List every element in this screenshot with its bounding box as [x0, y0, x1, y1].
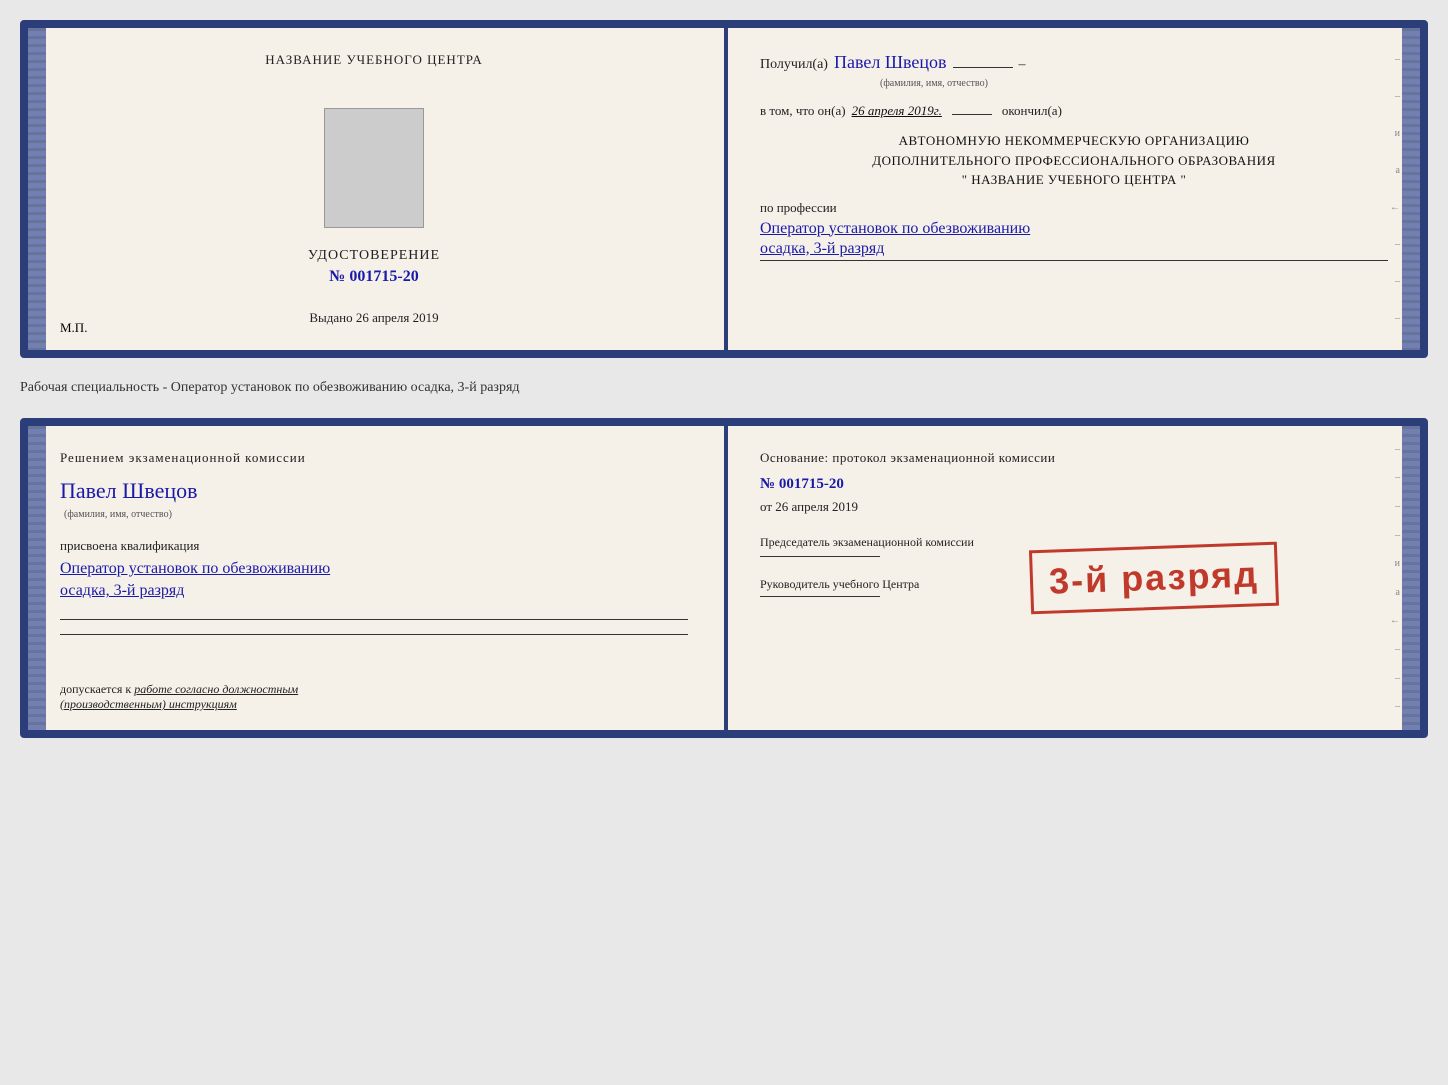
org-line3: " НАЗВАНИЕ УЧЕБНОГО ЦЕНТРА " [760, 170, 1388, 190]
bottom-doc-left-panel: Решением экзаменационной комиссии Павел … [28, 426, 720, 730]
fio-sublabel: (фамилия, имя, отчество) [880, 78, 988, 89]
vydano-date: 26 апреля 2019 [356, 310, 439, 325]
resheniyem-text: Решением экзаменационной комиссии [60, 450, 306, 466]
profession-handwritten: Оператор установок по обезвоживанию [760, 220, 1388, 238]
vydano-label: Выдано [309, 310, 352, 325]
ot-date: от 26 апреля 2019 [760, 499, 1388, 515]
razryad-handwritten: осадка, 3-й разряд [760, 240, 1388, 261]
vtom-date: 26 апреля 2019г. [852, 103, 942, 119]
org-block: АВТОНОМНУЮ НЕКОММЕРЧЕСКУЮ ОРГАНИЗАЦИЮ ДО… [760, 131, 1388, 190]
spine-right-bottom [1402, 426, 1420, 730]
bottom-document: Решением экзаменационной комиссии Павел … [20, 418, 1428, 738]
po-professii-label: по профессии [760, 200, 1388, 216]
poluchil-line: Получил(а) Павел Швецов – [760, 52, 1388, 73]
spine-right [1402, 28, 1420, 350]
poluchil-label: Получил(а) [760, 57, 828, 73]
osnovanie-text: Основание: протокол экзаменационной коми… [760, 450, 1388, 466]
ot-label: от [760, 499, 772, 514]
right-side-marks-bottom: – – – – и а ← – – – [1384, 426, 1400, 730]
prisvoena-label: присвоена квалификация [60, 538, 199, 554]
bottom-doc-right-panel: Основание: протокол экзаменационной коми… [720, 426, 1420, 730]
protocol-num: № 001715-20 [760, 476, 1388, 493]
ot-date-val: 26 апреля 2019 [775, 499, 858, 514]
bottom-fio-sublabel: (фамилия, имя, отчество) [64, 509, 172, 520]
udostoverenie-block: УДОСТОВЕРЕНИЕ № 001715-20 [308, 248, 440, 286]
top-doc-right-panel: Получил(а) Павел Швецов – (фамилия, имя,… [720, 28, 1420, 350]
okonchil-label: окончил(а) [1002, 103, 1062, 119]
poluchil-name: Павел Швецов [834, 52, 947, 73]
udostoverenie-num: № 001715-20 [308, 268, 440, 286]
page-wrapper: НАЗВАНИЕ УЧЕБНОГО ЦЕНТРА УДОСТОВЕРЕНИЕ №… [20, 20, 1428, 738]
org-line2: ДОПОЛНИТЕЛЬНОГО ПРОФЕССИОНАЛЬНОГО ОБРАЗО… [760, 151, 1388, 171]
qual-razryad: осадка, 3-й разряд [60, 582, 184, 599]
dash: – [1019, 57, 1026, 73]
qual-profession: Оператор установок по обезвоживанию осад… [60, 558, 330, 603]
top-left-title: НАЗВАНИЕ УЧЕБНОГО ЦЕНТРА [265, 52, 482, 68]
name-block: Павел Швецов (фамилия, имя, отчество) [60, 478, 198, 522]
vydano-line: Выдано 26 апреля 2019 [309, 310, 438, 326]
top-document: НАЗВАНИЕ УЧЕБНОГО ЦЕНТРА УДОСТОВЕРЕНИЕ №… [20, 20, 1428, 358]
org-line1: АВТОНОМНУЮ НЕКОММЕРЧЕСКУЮ ОРГАНИЗАЦИЮ [760, 131, 1388, 151]
dash-line [953, 67, 1013, 68]
dopuskaetsya-block: допускается к работе согласно должностны… [60, 682, 340, 712]
bottom-name: Павел Швецов [60, 478, 198, 503]
vtom-line: в том, что он(а) 26 апреля 2019г. окончи… [760, 103, 1388, 119]
mp-line: М.П. [60, 320, 87, 336]
predsedatel-sign-line [760, 556, 880, 557]
dopuskaetsya-label: допускается к [60, 682, 131, 696]
photo-placeholder [324, 108, 424, 228]
qual-profession-text: Оператор установок по обезвоживанию [60, 560, 330, 577]
udostoverenie-title: УДОСТОВЕРЕНИЕ [308, 248, 440, 264]
top-doc-left-panel: НАЗВАНИЕ УЧЕБНОГО ЦЕНТРА УДОСТОВЕРЕНИЕ №… [28, 28, 720, 350]
right-side-marks: – – и а ← – – – [1384, 28, 1400, 350]
rukovoditel-sign-line [760, 596, 880, 597]
vtom-label: в том, что он(а) [760, 103, 846, 119]
stamp: 3-й разряд [1029, 542, 1279, 615]
middle-label: Рабочая специальность - Оператор установ… [20, 376, 1428, 400]
stamp-text: 3-й разряд [1048, 553, 1259, 602]
